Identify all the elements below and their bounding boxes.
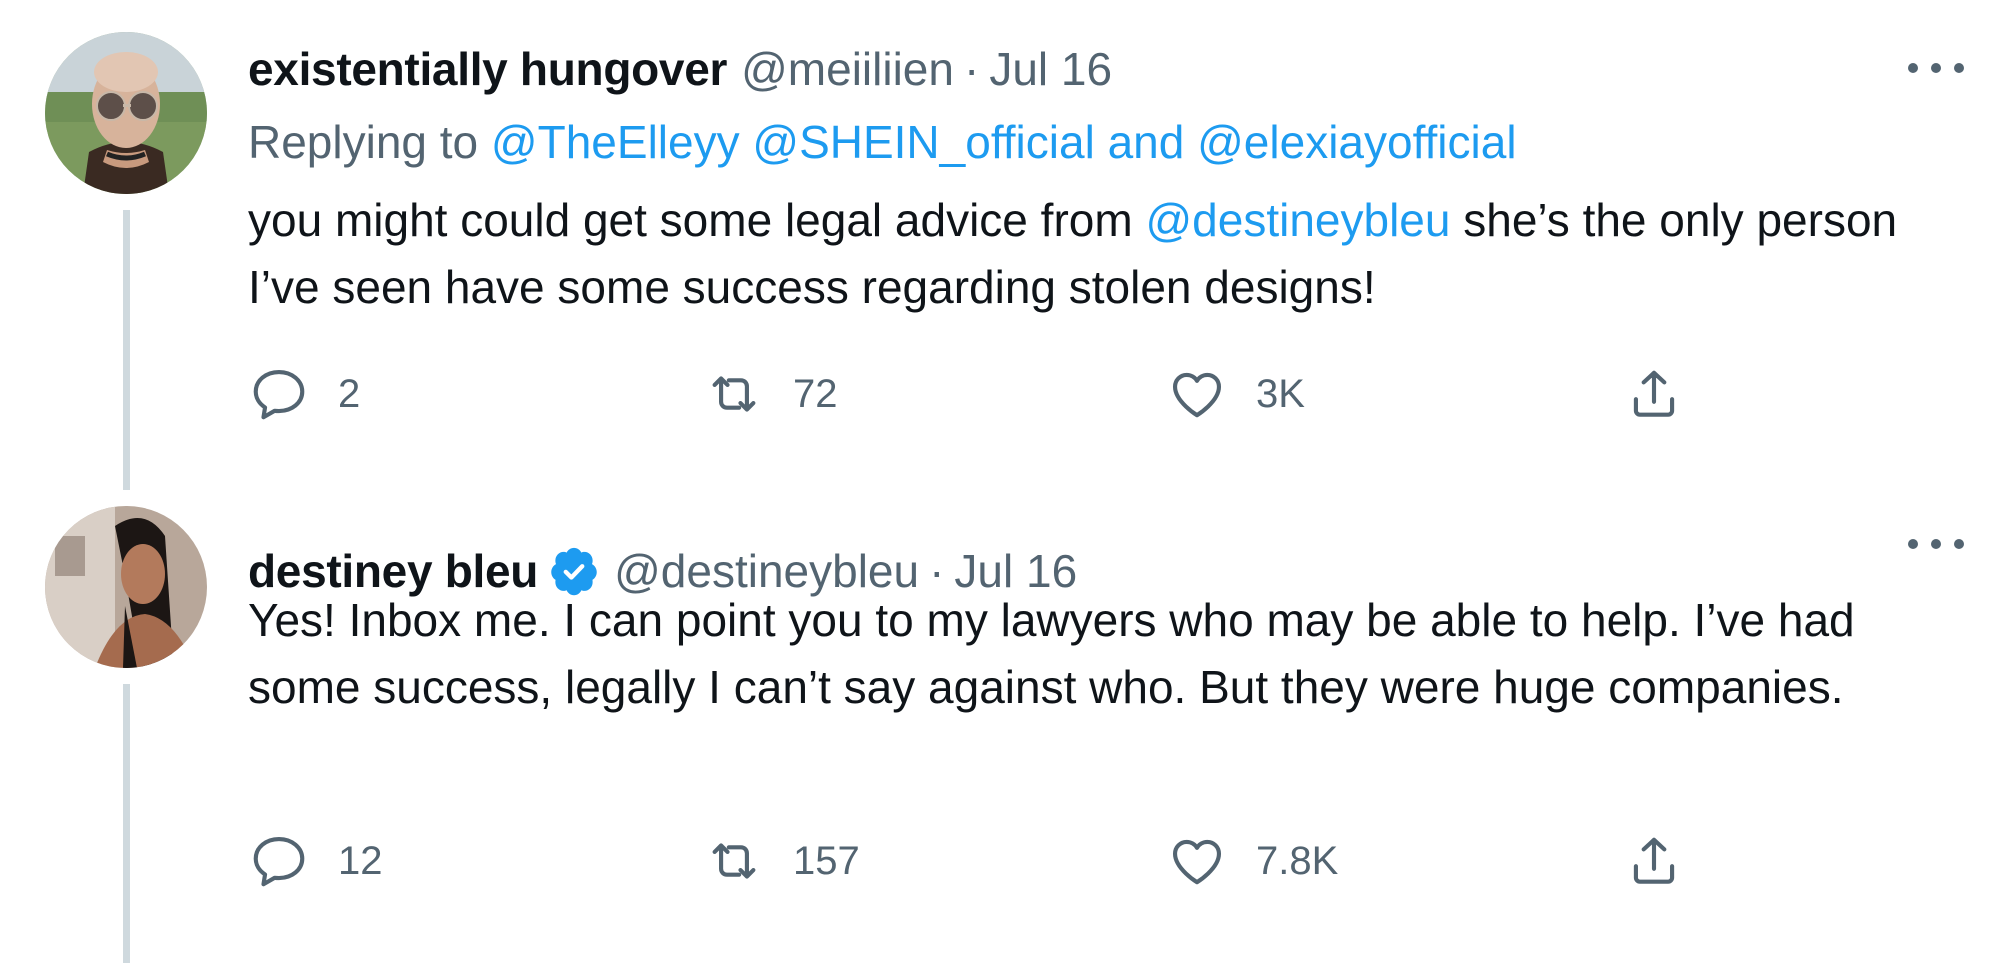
avatar[interactable]	[45, 506, 207, 668]
retweet-button[interactable]: 157	[703, 826, 860, 896]
reply-count: 2	[338, 371, 361, 416]
heart-icon	[1172, 839, 1222, 885]
share-button[interactable]	[1623, 826, 1685, 896]
comment-icon	[253, 369, 305, 420]
tweet-text: Yes! Inbox me. I can point you to my law…	[248, 594, 1855, 713]
reply-count: 12	[338, 838, 383, 883]
retweet-icon	[712, 376, 756, 412]
retweet-button[interactable]: 72	[703, 359, 838, 429]
avatar[interactable]	[45, 32, 207, 194]
replying-and-label[interactable]: and	[1108, 116, 1185, 168]
like-button[interactable]: 7.8K	[1166, 826, 1338, 896]
share-icon	[1633, 370, 1675, 417]
tweet-text: you might could get some legal advice fr…	[248, 187, 1968, 321]
reply-button[interactable]: 2	[248, 359, 360, 429]
tweet[interactable]: existentially hungover @meiiliien · Jul …	[0, 0, 2010, 490]
tweet-text-part: you might could get some legal advice fr…	[248, 194, 1133, 246]
like-count: 3K	[1256, 371, 1305, 416]
tweet-header: existentially hungover @meiiliien · Jul …	[248, 39, 1112, 99]
thread-connector-line	[123, 684, 130, 963]
mention-link[interactable]: @elexiayofficial	[1197, 116, 1516, 168]
user-handle[interactable]: @meiiliien	[741, 39, 954, 99]
comment-icon	[253, 836, 305, 887]
reply-button[interactable]: 12	[248, 826, 383, 896]
more-icon[interactable]	[1908, 534, 1964, 554]
mention-link[interactable]: @TheElleyy	[491, 116, 740, 168]
display-name[interactable]: existentially hungover	[248, 39, 727, 99]
share-icon	[1633, 837, 1675, 884]
avatar-photo-icon	[45, 506, 207, 668]
separator-dot: ·	[963, 43, 980, 95]
heart-icon	[1172, 372, 1222, 418]
mention-link[interactable]: @SHEIN_official	[752, 116, 1094, 168]
mention-link[interactable]: @destineybleu	[1145, 194, 1450, 246]
like-button[interactable]: 3K	[1166, 359, 1305, 429]
retweet-icon	[712, 843, 756, 879]
share-button[interactable]	[1623, 359, 1685, 429]
like-count: 7.8K	[1256, 838, 1339, 883]
retweet-count: 157	[793, 838, 860, 883]
tweet-date[interactable]: Jul 16	[989, 39, 1112, 99]
avatar-photo-icon	[45, 32, 207, 194]
thread-connector-line	[123, 210, 130, 490]
replying-to: Replying to @TheElleyy @SHEIN_official a…	[248, 112, 1517, 172]
tweet[interactable]: destiney bleu @destineybleu · Jul 16 Yes…	[0, 490, 2010, 963]
more-icon[interactable]	[1908, 58, 1964, 78]
replying-to-label: Replying to	[248, 116, 479, 168]
retweet-count: 72	[793, 371, 838, 416]
